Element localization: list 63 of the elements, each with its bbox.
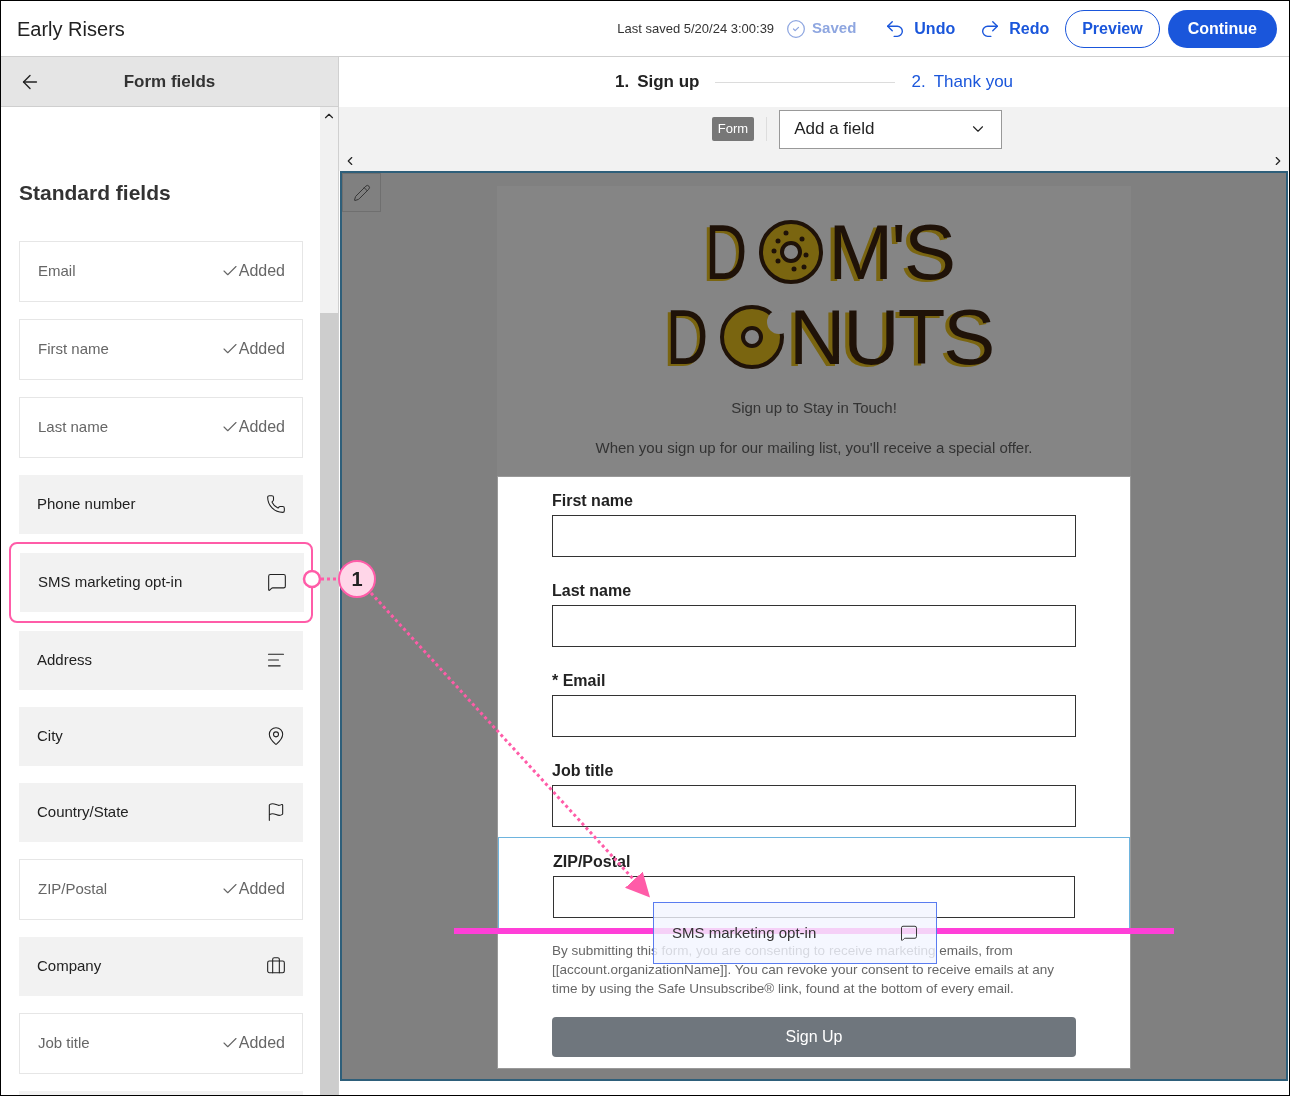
check-circle-icon	[786, 18, 807, 39]
phone-icon	[266, 494, 286, 514]
added-status: Added	[220, 1031, 285, 1055]
section-heading: Standard fields	[19, 180, 172, 206]
logo-letter: D	[665, 298, 708, 376]
logo-letter: D	[704, 213, 748, 291]
continue-button[interactable]: Continue	[1167, 9, 1277, 48]
saved-status: Saved	[786, 17, 857, 40]
undo-button[interactable]: Undo	[884, 16, 956, 41]
app-title: Early Risers	[17, 16, 125, 42]
input-field[interactable]	[552, 515, 1076, 557]
field-label: Phone number	[37, 493, 136, 514]
form-tag: Form	[711, 117, 755, 141]
field-label: City	[37, 725, 63, 746]
field-label: Last name	[552, 581, 633, 601]
field-label: Last name	[38, 416, 109, 437]
added-status: Added	[220, 337, 285, 361]
field-item[interactable]: SMS marketing opt-in	[20, 552, 304, 612]
field-label: * Email	[552, 671, 607, 691]
last-saved-text: Last saved 5/20/24 3:00:39	[617, 19, 775, 38]
field-item[interactable]: Address	[19, 630, 303, 690]
field-label: First name	[38, 338, 109, 359]
message-icon	[267, 572, 287, 592]
step-tab[interactable]: 2. Thank you	[911, 69, 1014, 95]
field-label: Country/State	[37, 801, 129, 822]
field-label: Address	[37, 649, 93, 670]
flag-icon	[266, 802, 286, 822]
donut-icon	[758, 219, 825, 285]
field-item[interactable]: Country/State	[19, 782, 303, 842]
logo-letters: NUTS	[788, 298, 994, 376]
field-label: ZIP/Postal	[38, 878, 108, 899]
field-label: ZIP/Postal	[553, 852, 632, 872]
form-intro: When you sign up for our mailing list, you'll receive a special offer.	[595, 439, 1033, 457]
add-field-dropdown[interactable]: Add a field	[779, 109, 1003, 149]
redo-button[interactable]: Redo	[979, 16, 1050, 41]
field-label: Company	[37, 955, 102, 976]
scroll-thumb[interactable]	[320, 313, 338, 1095]
sidebar-title: Form fields	[123, 70, 216, 93]
step-tab[interactable]: 1. Sign up	[614, 69, 700, 95]
added-status: Added	[220, 415, 285, 439]
message-icon	[900, 924, 918, 942]
field-label: Job title	[552, 761, 615, 781]
field-item[interactable]: City	[19, 706, 303, 766]
field-item[interactable]: Phone number	[19, 474, 303, 534]
added-status: Added	[220, 877, 285, 901]
field-label: Job title	[38, 1032, 90, 1053]
input-field[interactable]	[552, 785, 1076, 827]
field-item[interactable]: Company	[19, 936, 303, 996]
sign-up-button[interactable]: Sign Up	[552, 1017, 1076, 1057]
field-label: First name	[552, 491, 634, 511]
added-status: Added	[220, 259, 285, 283]
field-label: Email	[38, 260, 76, 281]
logo-letters: M'S	[828, 213, 955, 291]
input-field[interactable]	[552, 605, 1076, 647]
field-label: SMS marketing opt-in	[38, 571, 183, 592]
donut-icon	[718, 304, 785, 370]
map-pin-icon	[266, 726, 286, 746]
form-heading: Sign up to Stay in Touch!	[731, 399, 897, 417]
input-field[interactable]	[552, 695, 1076, 737]
drag-label: SMS marketing opt-in	[672, 922, 817, 943]
pencil-icon	[352, 183, 371, 202]
scrollbar[interactable]	[320, 107, 338, 1095]
briefcase-icon	[266, 956, 286, 976]
